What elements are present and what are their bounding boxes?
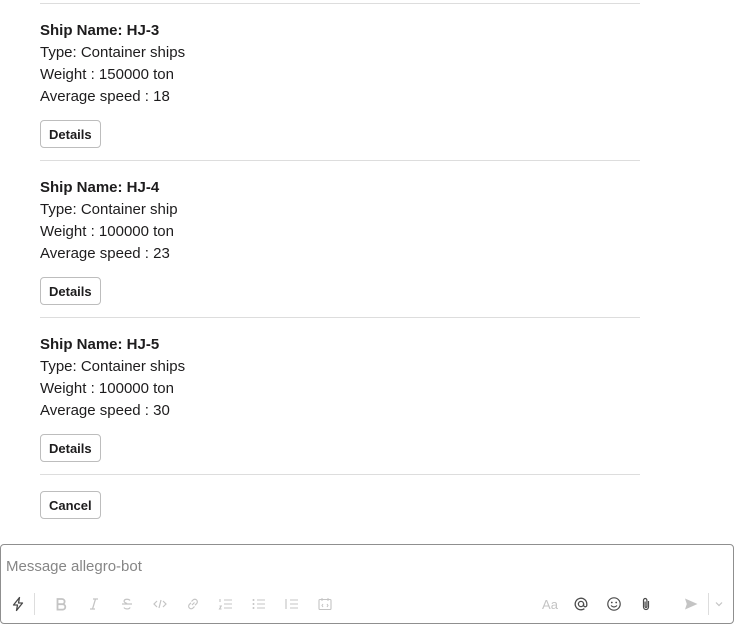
message-input[interactable] bbox=[6, 555, 726, 577]
italic-icon[interactable] bbox=[83, 591, 105, 617]
send-icon[interactable] bbox=[680, 591, 702, 617]
details-button[interactable]: Details bbox=[40, 277, 101, 305]
divider bbox=[40, 317, 640, 318]
link-icon[interactable] bbox=[182, 591, 204, 617]
divider bbox=[40, 3, 640, 4]
ship-type: Type: Container ships bbox=[40, 358, 186, 375]
mention-icon[interactable] bbox=[570, 591, 592, 617]
ship-type: Type: Container ships bbox=[40, 44, 186, 61]
ship-name: Ship Name: HJ-4 bbox=[40, 179, 160, 196]
lightning-icon[interactable] bbox=[7, 591, 29, 617]
bulleted-list-icon[interactable] bbox=[248, 591, 270, 617]
ship-card-hj-4: Ship Name: HJ-4 Type: Container ship Wei… bbox=[40, 177, 640, 305]
code-block-icon[interactable] bbox=[314, 591, 336, 617]
ship-name: Ship Name: HJ-3 bbox=[40, 22, 160, 39]
strikethrough-icon[interactable] bbox=[116, 591, 138, 617]
composer-toolbar: Aa bbox=[1, 591, 733, 617]
ordered-list-icon[interactable] bbox=[215, 591, 237, 617]
cancel-button[interactable]: Cancel bbox=[40, 491, 101, 519]
cancel-container: Cancel bbox=[40, 491, 101, 519]
emoji-icon[interactable] bbox=[603, 591, 625, 617]
ship-weight: Weight : 150000 ton bbox=[40, 66, 174, 83]
code-icon[interactable] bbox=[149, 591, 171, 617]
toolbar-divider bbox=[708, 593, 709, 615]
divider bbox=[40, 160, 640, 161]
ship-name: Ship Name: HJ-5 bbox=[40, 336, 160, 353]
ship-card-hj-5: Ship Name: HJ-5 Type: Container ships We… bbox=[40, 334, 640, 462]
toolbar-divider bbox=[34, 593, 35, 615]
message-composer: Aa bbox=[0, 544, 734, 624]
details-button[interactable]: Details bbox=[40, 120, 101, 148]
ship-weight: Weight : 100000 ton bbox=[40, 223, 174, 240]
divider bbox=[40, 474, 640, 475]
ship-speed: Average speed : 30 bbox=[40, 402, 170, 419]
ship-speed: Average speed : 23 bbox=[40, 245, 170, 262]
text-format-icon[interactable]: Aa bbox=[538, 591, 562, 617]
ship-card-hj-3: Ship Name: HJ-3 Type: Container ships We… bbox=[40, 20, 640, 148]
attachment-icon[interactable] bbox=[635, 591, 657, 617]
blockquote-icon[interactable] bbox=[281, 591, 303, 617]
bold-icon[interactable] bbox=[50, 591, 72, 617]
ship-type: Type: Container ship bbox=[40, 201, 178, 218]
ship-speed: Average speed : 18 bbox=[40, 88, 170, 105]
message-list: Ship Name: HJ-3 Type: Container ships We… bbox=[0, 0, 736, 543]
ship-weight: Weight : 100000 ton bbox=[40, 380, 174, 397]
details-button[interactable]: Details bbox=[40, 434, 101, 462]
send-options-icon[interactable] bbox=[710, 591, 728, 617]
